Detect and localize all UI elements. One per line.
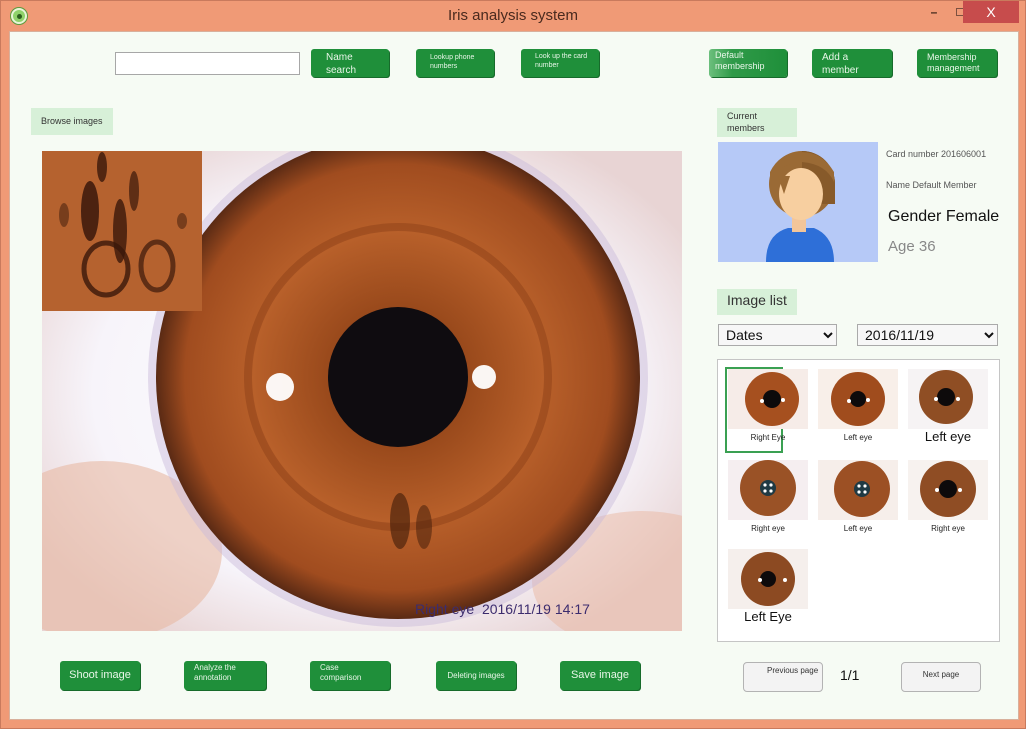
close-button[interactable]: X xyxy=(963,1,1019,23)
add-member-button[interactable]: Add a member xyxy=(812,49,892,77)
image-caption-datetime: 2016/11/19 14:17 xyxy=(481,601,590,617)
window-title: Iris analysis system xyxy=(447,7,579,24)
image-caption: Right eye 2016/11/19 14:17 xyxy=(415,601,590,617)
thumbnail-item[interactable]: Right eye xyxy=(908,460,988,540)
member-gender: Gender Female xyxy=(888,208,1000,225)
iris-thumbnail-image xyxy=(818,369,898,429)
delete-images-button[interactable]: Deleting images xyxy=(436,661,516,690)
filter-date-select[interactable]: 2016/11/19 xyxy=(857,324,998,346)
zoom-inset-image xyxy=(42,151,202,311)
membership-management-button[interactable]: Membership management xyxy=(917,49,997,77)
title-bar: Iris analysis system – X xyxy=(1,1,1025,31)
image-list-label: Image list xyxy=(717,289,797,315)
shoot-image-button[interactable]: Shoot image xyxy=(60,661,140,690)
member-avatar xyxy=(718,142,878,262)
search-input[interactable] xyxy=(115,52,300,75)
current-members-label: Current members xyxy=(717,108,797,137)
app-window: Iris analysis system – X Name search Loo… xyxy=(0,0,1026,729)
iris-thumbnail-image xyxy=(728,369,808,429)
member-card-number: Card number 201606001 xyxy=(886,149,987,159)
filter-type-select[interactable]: Dates xyxy=(718,324,837,346)
default-membership-button[interactable]: Default membership xyxy=(709,49,787,77)
thumbnail-caption: Right Eye xyxy=(750,433,786,442)
thumbnail-caption: Left Eye xyxy=(744,609,792,624)
iris-thumbnail-image xyxy=(818,460,898,520)
save-image-button[interactable]: Save image xyxy=(560,661,640,690)
female-avatar-icon xyxy=(718,142,878,262)
member-age: Age 36 xyxy=(888,238,936,255)
name-search-button[interactable]: Name search xyxy=(311,49,389,77)
iris-thumbnail-image xyxy=(728,460,808,520)
browse-images-label: Browse images xyxy=(31,108,113,135)
thumbnail-item[interactable]: Right Eye xyxy=(728,369,808,449)
iris-thumbnail-image xyxy=(728,549,808,609)
thumbnail-item[interactable]: Left eye xyxy=(818,460,898,540)
thumbnail-caption: Left eye xyxy=(843,524,873,533)
iris-thumbnail-image xyxy=(908,369,988,429)
thumbnail-caption: Left eye xyxy=(843,433,873,442)
lookup-phone-button[interactable]: Lookup phone numbers xyxy=(416,49,494,77)
thumbnail-item[interactable]: Right eye xyxy=(728,460,808,540)
member-name: Name Default Member xyxy=(886,180,977,190)
lookup-card-button[interactable]: Look up the card number xyxy=(521,49,599,77)
thumbnail-item[interactable]: Left eye xyxy=(908,369,988,449)
analyze-annotation-button[interactable]: Analyze the annotation xyxy=(184,661,266,690)
minimize-button[interactable]: – xyxy=(919,1,949,23)
image-caption-eye: Right eye xyxy=(415,601,475,617)
case-comparison-button[interactable]: Case comparison xyxy=(310,661,390,690)
page-indicator: 1/1 xyxy=(840,667,860,683)
previous-page-button[interactable]: Previous page xyxy=(743,662,823,692)
thumbnail-item[interactable]: Left eye xyxy=(818,369,898,449)
next-page-button[interactable]: Next page xyxy=(901,662,981,692)
thumbnail-caption: Right eye xyxy=(931,524,965,533)
iris-thumbnail-image xyxy=(908,460,988,520)
thumbnail-caption: Left eye xyxy=(924,429,972,444)
thumbnail-caption: Right eye xyxy=(751,524,785,533)
thumbnail-item[interactable]: Left Eye xyxy=(728,549,808,629)
